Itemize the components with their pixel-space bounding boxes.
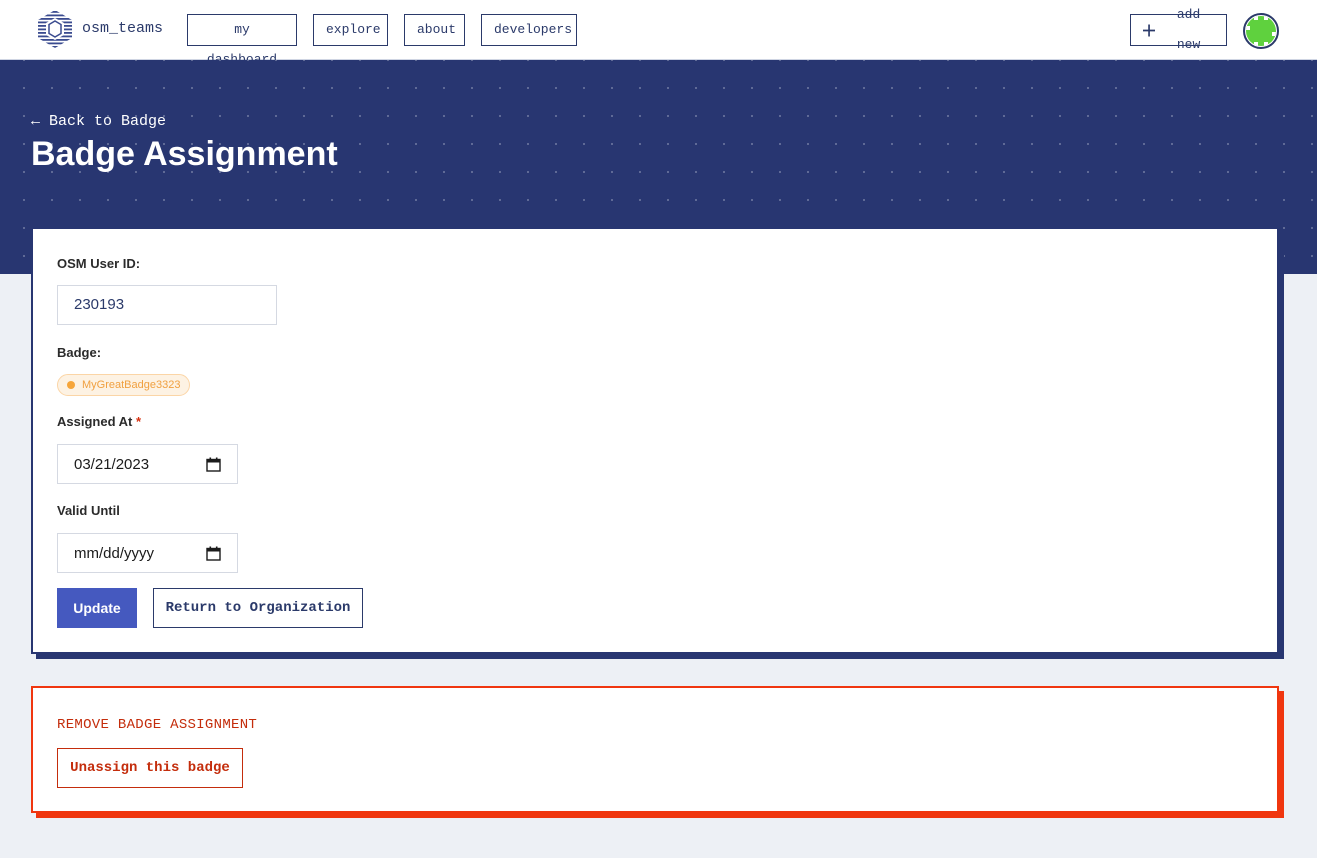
unassign-badge-button[interactable]: Unassign this badge [57, 748, 243, 788]
top-navbar: osm_teams my dashboard explore about dev… [0, 0, 1317, 67]
plus-icon [1143, 23, 1156, 37]
remove-assignment-heading: REMOVE BADGE ASSIGNMENT [57, 717, 258, 733]
calendar-icon[interactable] [206, 546, 221, 561]
required-marker: * [135, 414, 142, 429]
badge-label: Badge: [57, 345, 102, 360]
badge-dot-icon [67, 381, 75, 389]
brand-name[interactable]: osm_teams [82, 20, 163, 37]
remove-assignment-section: REMOVE BADGE ASSIGNMENT Unassign this ba… [31, 686, 1279, 813]
update-button[interactable]: Update [57, 588, 137, 628]
calendar-icon[interactable] [206, 457, 221, 472]
assigned-at-label-text: Assigned At [57, 414, 133, 429]
nav-my-dashboard[interactable]: my dashboard [187, 14, 297, 67]
add-new-button[interactable]: add new [1130, 7, 1227, 52]
assigned-at-value: 03/21/2023 [74, 455, 150, 473]
badge-assignment-form: OSM User ID: 230193 Badge: MyGreatBadge3… [31, 227, 1279, 654]
return-to-organization-button[interactable]: Return to Organization [153, 588, 363, 628]
osm-user-id-field[interactable]: 230193 [57, 285, 277, 325]
nav-about[interactable]: about [404, 14, 465, 46]
valid-until-date-input[interactable]: mm/dd/yyyy [57, 533, 238, 573]
nav-developers[interactable]: developers [481, 14, 577, 46]
back-to-badge-link[interactable]: ← Back to Badge [31, 113, 166, 130]
add-new-label: add new [1176, 7, 1201, 52]
assigned-at-label: Assigned At * [57, 414, 141, 429]
badge-name: MyGreatBadge3323 [82, 379, 181, 391]
badge-chip: MyGreatBadge3323 [57, 374, 191, 396]
valid-until-label: Valid Until [57, 503, 120, 518]
nav-explore[interactable]: explore [313, 14, 388, 46]
osm-teams-logo-icon[interactable] [34, 8, 76, 50]
assigned-at-date-input[interactable]: 03/21/2023 [57, 444, 238, 484]
page-title: Badge Assignment [31, 135, 338, 173]
user-avatar[interactable] [1243, 13, 1279, 49]
valid-until-placeholder: mm/dd/yyyy [74, 544, 155, 562]
osm-user-id-label: OSM User ID: [57, 256, 141, 271]
